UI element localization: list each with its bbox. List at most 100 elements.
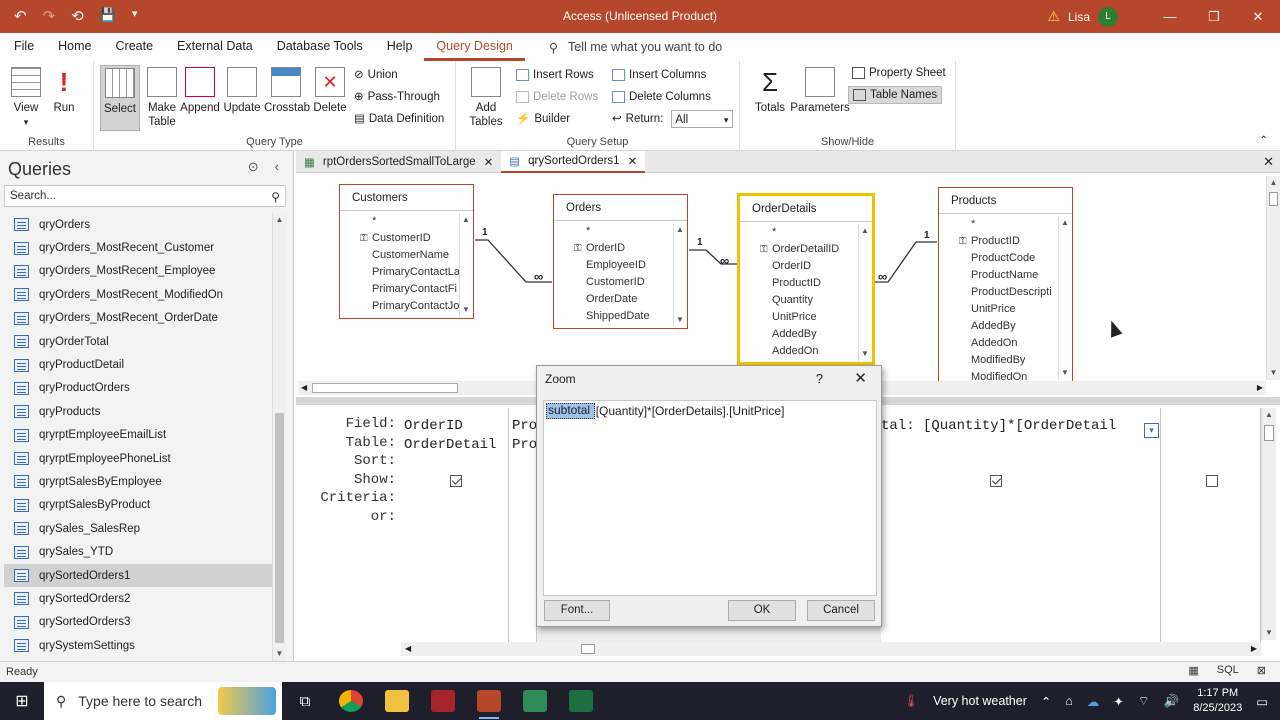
nav-search-input[interactable]: Search... ⚲ bbox=[4, 185, 286, 207]
table-field[interactable]: ModifiedBy bbox=[939, 352, 1058, 369]
qbe-column-2[interactable]: Pro Pro bbox=[509, 408, 537, 648]
nav-item[interactable]: qryOrders_MostRecent_Customer bbox=[4, 236, 272, 259]
table-customers[interactable]: Customers * ⚿ CustomerID CustomerName Primar… bbox=[339, 184, 474, 319]
show-cell[interactable] bbox=[1161, 473, 1260, 492]
table-field[interactable]: ProductDescripti bbox=[939, 284, 1058, 301]
nav-item[interactable]: qrySortedOrders3 bbox=[4, 611, 272, 634]
table-field[interactable]: ModifiedBy bbox=[740, 360, 858, 362]
totals-button[interactable]: Σ Totals bbox=[748, 65, 792, 115]
insert-columns-button[interactable]: Insert Columns bbox=[612, 66, 706, 84]
minimize-icon[interactable]: — bbox=[1148, 9, 1192, 24]
task-view-icon[interactable]: ⧉ bbox=[282, 682, 328, 720]
table-field[interactable]: ModifiedOn bbox=[939, 369, 1058, 381]
scroll-up-icon[interactable]: ▲ bbox=[273, 213, 286, 227]
nav-item[interactable]: qryProducts bbox=[4, 400, 272, 423]
tab-help[interactable]: Help bbox=[375, 33, 425, 61]
nav-item[interactable]: qryOrders bbox=[4, 213, 272, 236]
close-tab-icon[interactable]: ✕ bbox=[484, 155, 494, 169]
ok-button[interactable]: OK bbox=[728, 600, 796, 621]
shutter-bar-icon[interactable]: ‹ bbox=[275, 159, 279, 175]
app-tray-icon[interactable]: ✦ bbox=[1113, 694, 1123, 709]
sort-cell[interactable] bbox=[401, 454, 508, 473]
nav-item[interactable]: qryrptEmployeeEmailList bbox=[4, 424, 272, 447]
table-cell[interactable] bbox=[881, 436, 1160, 455]
table-title[interactable]: Orders bbox=[554, 195, 687, 221]
table-field[interactable]: ProductID bbox=[740, 275, 858, 292]
nav-item[interactable]: qryrptSalesByEmployee bbox=[4, 470, 272, 493]
nav-menu-icon[interactable]: ⊙ bbox=[248, 159, 259, 175]
zoom-expression-input[interactable] bbox=[543, 400, 877, 596]
table-orders[interactable]: Orders * ⚿ OrderID EmployeeID CustomerID Orde… bbox=[553, 194, 688, 329]
close-tab-icon[interactable]: ✕ bbox=[628, 154, 638, 168]
delete-rows-button[interactable]: Delete Rows bbox=[516, 88, 598, 106]
table-field[interactable]: AddedOn bbox=[939, 335, 1058, 352]
table-products[interactable]: Products * ⚿ ProductID ProductCode ProductNa… bbox=[938, 187, 1073, 382]
tab-database-tools[interactable]: Database Tools bbox=[265, 33, 375, 61]
qbe-column-3[interactable]: tal: [Quantity]*[OrderDetail bbox=[881, 408, 1161, 648]
table-field[interactable]: PrimaryContactJo bbox=[340, 298, 459, 315]
show-cell[interactable] bbox=[881, 473, 1160, 492]
tab-create[interactable]: Create bbox=[104, 33, 166, 61]
update-button[interactable]: Update bbox=[220, 65, 264, 115]
table-field[interactable]: OrderDate bbox=[554, 291, 673, 308]
notifications-icon[interactable]: ▭ bbox=[1256, 694, 1268, 709]
close-icon[interactable]: ✕ bbox=[854, 369, 867, 387]
table-field[interactable]: AddedBy bbox=[740, 326, 858, 343]
table-field[interactable]: ProductName bbox=[939, 267, 1058, 284]
excel-icon[interactable] bbox=[558, 682, 604, 720]
table-field[interactable]: EmployeeID bbox=[554, 257, 673, 274]
nav-item[interactable]: qryrptSalesByProduct bbox=[4, 494, 272, 517]
append-button[interactable]: Append bbox=[178, 65, 222, 115]
onedrive-icon[interactable]: ☁ bbox=[1087, 694, 1100, 709]
datasheet-view-icon[interactable]: ▦ bbox=[1188, 664, 1198, 677]
select-query-button[interactable]: Select bbox=[100, 65, 140, 131]
delete-columns-button[interactable]: Delete Columns bbox=[612, 88, 711, 106]
criteria-cell[interactable] bbox=[401, 491, 508, 510]
network-icon[interactable]: ⌂ bbox=[1065, 694, 1073, 708]
table-field[interactable]: * bbox=[340, 213, 459, 230]
parameters-button[interactable]: Parameters bbox=[790, 65, 850, 115]
pass-through-button[interactable]: ⊕ Pass-Through bbox=[354, 88, 440, 106]
table-orderdetails[interactable]: OrderDetails * ⚿ OrderDetailID OrderID Produ… bbox=[738, 194, 874, 364]
field-cell[interactable]: tal: [Quantity]*[OrderDetail bbox=[881, 417, 1160, 436]
nav-item[interactable]: qryProductOrders bbox=[4, 377, 272, 400]
close-document-icon[interactable]: ✕ bbox=[1263, 154, 1274, 170]
nav-scroll-thumb[interactable] bbox=[275, 413, 284, 643]
table-scrollbar[interactable]: ▲ ▼ bbox=[459, 213, 472, 317]
volume-icon[interactable]: 🔊 bbox=[1164, 694, 1180, 709]
table-title[interactable]: Customers bbox=[340, 185, 473, 211]
table-field[interactable]: * bbox=[554, 223, 673, 240]
clock[interactable]: 1:17 PM 8/25/2023 bbox=[1193, 686, 1242, 716]
nav-item[interactable]: qrySortedOrders2 bbox=[4, 587, 272, 610]
tab-file[interactable]: File bbox=[0, 33, 46, 61]
table-field[interactable]: Quantity bbox=[740, 292, 858, 309]
close-window-icon[interactable]: ✕ bbox=[1236, 9, 1280, 25]
design-vscroll[interactable]: ▲ ▼ bbox=[1266, 176, 1280, 380]
table-scrollbar[interactable]: ▲ ▼ bbox=[1058, 216, 1071, 380]
show-checkbox[interactable] bbox=[1206, 475, 1218, 487]
file-explorer-icon[interactable] bbox=[374, 682, 420, 720]
windows-start-icon[interactable]: ⊞ bbox=[0, 682, 44, 720]
property-sheet-button[interactable]: Property Sheet bbox=[852, 64, 946, 82]
nav-item[interactable]: qrySales_SalesRep bbox=[4, 517, 272, 540]
app-red-icon[interactable] bbox=[420, 682, 466, 720]
return-select[interactable]: All ▾ bbox=[671, 110, 734, 128]
thermometer-icon[interactable]: 🌡 bbox=[903, 694, 919, 709]
doc-tab-query[interactable]: ▤ qrySortedOrders1 ✕ bbox=[501, 150, 646, 173]
qbe-vscroll[interactable]: ▲ ▼ bbox=[1261, 408, 1276, 640]
font-button[interactable]: Font... bbox=[544, 600, 610, 621]
show-checkbox[interactable] bbox=[990, 474, 1002, 487]
field-dropdown-icon[interactable]: ▾ bbox=[1144, 423, 1159, 438]
data-definition-button[interactable]: ▤ Data Definition bbox=[354, 110, 444, 128]
nav-item[interactable]: qryProductDetail bbox=[4, 353, 272, 376]
collapse-ribbon-icon[interactable]: ⌃ bbox=[1260, 135, 1268, 146]
table-field[interactable]: AddedOn bbox=[740, 343, 858, 360]
union-button[interactable]: ⊘ Union bbox=[354, 66, 398, 84]
nav-item[interactable]: qrySales_YTD bbox=[4, 540, 272, 563]
insert-rows-button[interactable]: Insert Rows bbox=[516, 66, 594, 84]
nav-item[interactable]: qrySystemSettings bbox=[4, 634, 272, 657]
table-field[interactable]: PrimaryContactLa bbox=[340, 264, 459, 281]
table-field[interactable]: ⚿ CustomerID bbox=[340, 230, 459, 247]
show-cell[interactable] bbox=[401, 473, 508, 492]
table-field[interactable]: ⚿ OrderID bbox=[554, 240, 673, 257]
